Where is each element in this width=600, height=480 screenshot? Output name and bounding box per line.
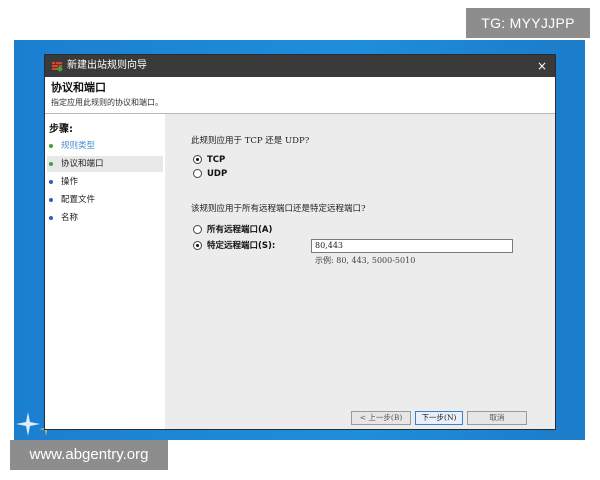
screenshot-page: 新建出站规则向导 × 协议和端口 指定应用此规则的协议和端口。 步骤: 规则类型…	[0, 0, 600, 480]
firewall-icon	[52, 62, 63, 72]
radio-label: TCP	[207, 155, 226, 165]
radio-udp[interactable]: UDP	[193, 168, 273, 180]
next-button[interactable]: 下一步(N)	[415, 411, 463, 425]
remote-ports-input[interactable]: 80,443	[311, 239, 513, 253]
step-pending-icon	[49, 198, 53, 202]
protocol-question: 此规则应用于 TCP 还是 UDP?	[191, 136, 310, 146]
ports-example-hint: 示例: 80, 443, 5000-5010	[315, 256, 416, 265]
radio-label: 特定远程端口(S):	[207, 241, 276, 251]
step-action: 操作	[47, 174, 163, 190]
title-bar[interactable]: 新建出站规则向导 ×	[45, 55, 555, 77]
step-rule-type[interactable]: 规则类型	[47, 138, 163, 154]
step-label: 名称	[61, 213, 79, 223]
step-done-icon	[49, 144, 53, 148]
step-label: 配置文件	[61, 195, 96, 205]
window-title: 新建出站规则向导	[67, 60, 147, 71]
step-current-icon	[49, 162, 53, 166]
step-name: 名称	[47, 210, 163, 226]
new-outbound-rule-wizard: 新建出站规则向导 × 协议和端口 指定应用此规则的协议和端口。 步骤: 规则类型…	[44, 54, 556, 430]
page-header: 协议和端口 指定应用此规则的协议和端口。	[45, 77, 555, 113]
step-protocol-and-ports[interactable]: 协议和端口	[47, 156, 163, 172]
close-button[interactable]: ×	[529, 55, 555, 77]
step-label: 协议和端口	[61, 159, 104, 169]
radio-all-remote-ports[interactable]: 所有远程端口(A)	[193, 224, 313, 236]
step-label: 操作	[61, 177, 79, 187]
radio-unchecked-icon	[193, 169, 202, 178]
wizard-content: 此规则应用于 TCP 还是 UDP? TCP UDP 该规则应用于所有远程端口还…	[165, 114, 555, 429]
watermark-bottom: www.abgentry.org	[10, 440, 168, 470]
steps-pane: 步骤: 规则类型 协议和端口 操作 配置文件 名称	[45, 114, 165, 429]
cancel-button[interactable]: 取消	[467, 411, 527, 425]
back-button[interactable]: < 上一步(B)	[351, 411, 411, 425]
ports-question: 该规则应用于所有远程端口还是特定远程端口?	[191, 204, 366, 214]
radio-label: UDP	[207, 169, 228, 179]
radio-tcp[interactable]: TCP	[193, 154, 273, 166]
radio-unchecked-icon	[193, 225, 202, 234]
page-title: 协议和端口	[51, 81, 106, 94]
radio-checked-icon	[193, 241, 202, 250]
radio-checked-icon	[193, 155, 202, 164]
step-pending-icon	[49, 180, 53, 184]
step-label: 规则类型	[61, 141, 96, 151]
step-profile: 配置文件	[47, 192, 163, 208]
watermark-top: TG: MYYJJPP	[466, 8, 590, 38]
radio-label: 所有远程端口(A)	[207, 225, 273, 235]
page-subtitle: 指定应用此规则的协议和端口。	[51, 98, 163, 107]
steps-label: 步骤:	[49, 124, 73, 135]
radio-specific-remote-ports[interactable]: 特定远程端口(S):	[193, 240, 309, 252]
step-pending-icon	[49, 216, 53, 220]
